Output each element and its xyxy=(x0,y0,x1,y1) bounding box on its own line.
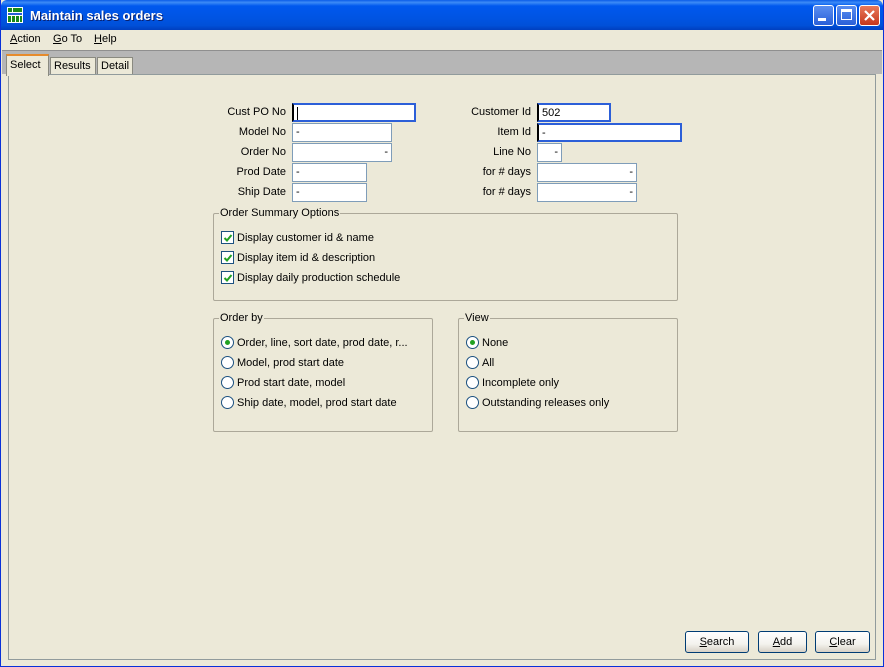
add-button-label: dd xyxy=(780,636,793,648)
menu-bar: Action Go To Help xyxy=(1,30,883,49)
view-incomplete-radio[interactable] xyxy=(466,376,479,389)
order-by-option-4-label: Ship date, model, prod start date xyxy=(237,397,397,409)
order-by-group: Order by Order, line, sort date, prod da… xyxy=(213,312,433,432)
view-outstanding-label: Outstanding releases only xyxy=(482,397,610,409)
ship-date-label: Ship Date xyxy=(237,186,286,198)
item-id-label: Item Id xyxy=(497,126,531,138)
view-title: View xyxy=(464,312,490,324)
maximize-button[interactable] xyxy=(836,5,857,26)
menu-go-to-label: o To xyxy=(61,33,83,45)
menu-help-mnemonic: H xyxy=(94,33,102,45)
customer-id-input[interactable]: 502 xyxy=(537,103,611,122)
line-no-value: - xyxy=(554,146,558,158)
order-by-option-2-radio[interactable] xyxy=(221,356,234,369)
ship-date-value: - xyxy=(296,186,300,198)
order-no-value: - xyxy=(384,146,388,158)
order-summary-options-group: Order Summary Options Display customer i… xyxy=(213,207,678,301)
order-by-title: Order by xyxy=(219,312,264,324)
clear-button-label: lear xyxy=(837,636,856,648)
app-window: Maintain sales orders Action Go To Help … xyxy=(0,0,884,667)
select-panel: Cust PO No Model No - Order No - Prod Da… xyxy=(8,74,876,660)
display-customer-label: Display customer id & name xyxy=(237,232,374,244)
cust-po-no-label: Cust PO No xyxy=(227,106,286,118)
menu-go-to-mnemonic: G xyxy=(53,33,62,45)
view-incomplete-label: Incomplete only xyxy=(482,377,560,389)
prod-days-label: for # days xyxy=(482,166,531,178)
ship-days-label: for # days xyxy=(482,186,531,198)
menu-help-label: elp xyxy=(101,33,117,45)
add-button-mnemonic: A xyxy=(772,636,781,648)
order-by-option-3-radio[interactable] xyxy=(221,376,234,389)
customer-id-value: 502 xyxy=(542,107,561,119)
search-button-label: earch xyxy=(706,636,735,648)
ship-days-value: - xyxy=(629,186,633,198)
line-no-input[interactable]: - xyxy=(537,143,562,162)
tab-select[interactable]: Select xyxy=(6,54,49,76)
menu-go-to[interactable]: Go To xyxy=(53,33,82,45)
tab-select-label: Select xyxy=(10,59,41,71)
menu-help[interactable]: Help xyxy=(94,33,117,45)
maximize-icon xyxy=(841,9,852,20)
order-no-label: Order No xyxy=(240,146,286,158)
checkmark-icon xyxy=(223,274,233,282)
model-no-label: Model No xyxy=(238,126,286,138)
prod-date-input[interactable]: - xyxy=(292,163,367,182)
minimize-icon xyxy=(818,18,826,21)
view-none-label: None xyxy=(482,337,509,349)
ship-date-input[interactable]: - xyxy=(292,183,367,202)
order-no-input[interactable]: - xyxy=(292,143,392,162)
order-by-option-1-radio[interactable] xyxy=(221,336,234,349)
order-by-option-3-label: Prod start date, model xyxy=(237,377,346,389)
item-id-value: - xyxy=(542,127,546,139)
text-cursor xyxy=(297,107,298,120)
add-button[interactable]: Add xyxy=(758,631,807,653)
view-all-label: All xyxy=(482,357,495,369)
view-outstanding-radio[interactable] xyxy=(466,396,479,409)
tab-results[interactable]: Results xyxy=(50,57,96,75)
order-summary-options-title: Order Summary Options xyxy=(219,207,341,219)
menu-action-label: ction xyxy=(17,33,41,45)
display-schedule-label: Display daily production schedule xyxy=(237,272,401,284)
clear-button[interactable]: Clear xyxy=(815,631,870,653)
tab-detail-label: Detail xyxy=(101,60,130,72)
title-bar[interactable]: Maintain sales orders xyxy=(1,0,883,30)
order-by-option-1-label: Order, line, sort date, prod date, r... xyxy=(237,337,408,349)
tab-strip: Select Results Detail xyxy=(2,50,882,76)
line-no-label: Line No xyxy=(493,146,531,158)
model-no-value: - xyxy=(296,126,300,138)
order-by-option-2-label: Model, prod start date xyxy=(237,357,345,369)
view-none-radio[interactable] xyxy=(466,336,479,349)
search-button[interactable]: Search xyxy=(685,631,749,653)
prod-date-label: Prod Date xyxy=(236,166,286,178)
item-id-input[interactable]: - xyxy=(537,123,682,142)
checkmark-icon xyxy=(223,254,233,262)
cust-po-no-input[interactable] xyxy=(292,103,416,122)
prod-days-value: - xyxy=(629,166,633,178)
view-all-radio[interactable] xyxy=(466,356,479,369)
close-icon xyxy=(864,10,875,21)
tab-detail[interactable]: Detail xyxy=(97,57,133,75)
display-schedule-checkbox[interactable] xyxy=(221,271,234,284)
display-customer-checkbox[interactable] xyxy=(221,231,234,244)
display-item-checkbox[interactable] xyxy=(221,251,234,264)
menu-action[interactable]: Action xyxy=(10,33,41,45)
window-title: Maintain sales orders xyxy=(30,8,163,23)
minimize-button[interactable] xyxy=(813,5,834,26)
close-button[interactable] xyxy=(859,5,880,26)
prod-days-input[interactable]: - xyxy=(537,163,637,182)
ship-days-input[interactable]: - xyxy=(537,183,637,202)
view-group: View None All Incomplete only Outstandin… xyxy=(458,312,678,432)
customer-id-label: Customer Id xyxy=(471,106,531,118)
display-item-label: Display item id & description xyxy=(237,252,376,264)
model-no-input[interactable]: - xyxy=(292,123,392,142)
checkmark-icon xyxy=(223,234,233,242)
prod-date-value: - xyxy=(296,166,300,178)
order-by-option-4-radio[interactable] xyxy=(221,396,234,409)
search-button-mnemonic: S xyxy=(699,636,707,648)
app-icon xyxy=(7,7,23,23)
tab-results-label: Results xyxy=(54,60,91,72)
